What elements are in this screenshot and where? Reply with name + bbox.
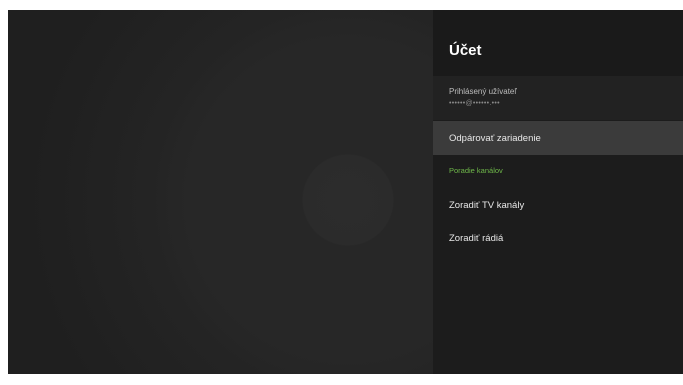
settings-panel: Účet Prihlásený užívateľ ••••••@••••••.•… xyxy=(433,10,683,374)
sort-tv-channels-button[interactable]: Zoradiť TV kanály xyxy=(433,188,683,222)
tv-screen: Účet Prihlásený užívateľ ••••••@••••••.•… xyxy=(8,10,683,374)
page-title: Účet xyxy=(449,42,482,59)
sort-radios-button[interactable]: Zoradiť rádiá xyxy=(433,221,683,255)
sort-tv-channels-label: Zoradiť TV kanály xyxy=(449,200,525,211)
sort-radios-label: Zoradiť rádiá xyxy=(449,233,504,244)
logged-in-user-email: ••••••@••••••.••• xyxy=(449,100,500,107)
logged-in-user-label: Prihlásený užívateľ xyxy=(449,87,517,96)
panel-header: Účet xyxy=(433,10,683,76)
unpair-device-button[interactable]: Odpárovať zariadenie xyxy=(433,121,683,155)
logged-in-user: Prihlásený užívateľ ••••••@••••••.••• xyxy=(433,76,683,120)
channel-order-section-header: Poradie kanálov xyxy=(449,166,503,175)
unpair-device-label: Odpárovať zariadenie xyxy=(449,133,541,144)
